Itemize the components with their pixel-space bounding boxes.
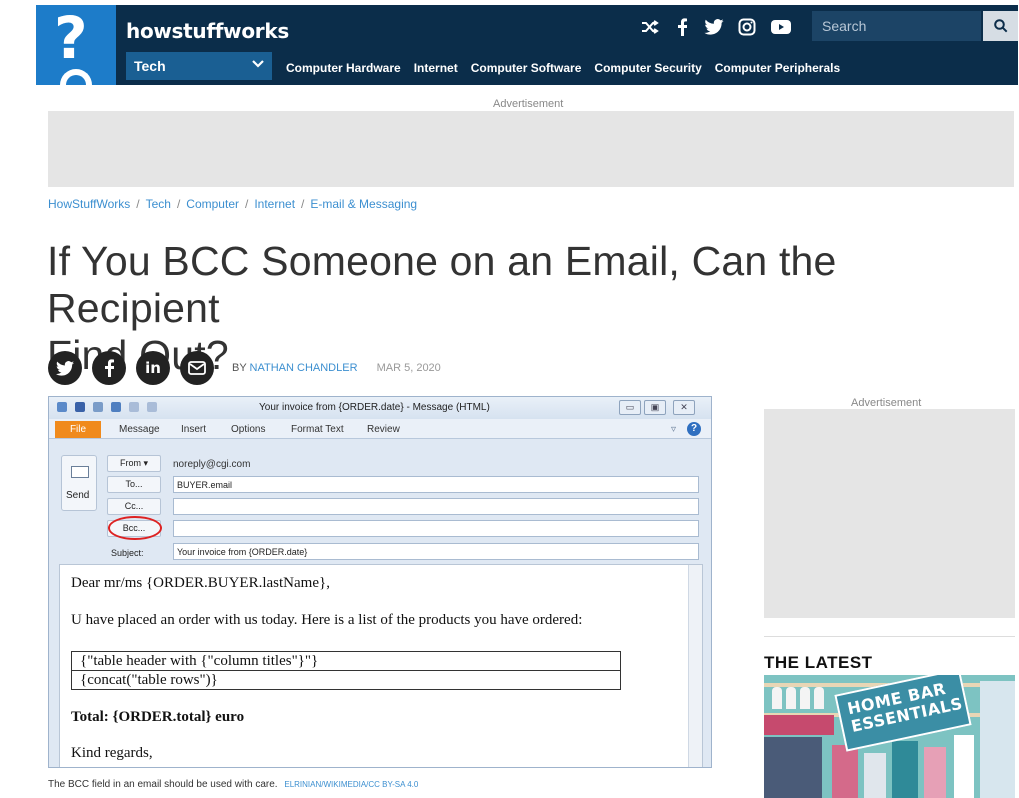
to-button: To...: [107, 476, 161, 493]
breadcrumb: HowStuffWorks / Tech / Computer / Internet / E-m…: [48, 197, 418, 211]
bcc-field: [173, 520, 699, 537]
email-greeting: Dear mr/ms {ORDER.BUYER.lastName},: [71, 575, 330, 591]
tab-review: Review: [367, 424, 400, 435]
nav-link-internet[interactable]: Internet: [414, 61, 458, 75]
outlook-icon: [57, 402, 67, 412]
tab-format-text: Format Text: [291, 424, 344, 435]
email-table-rows: {concat("table rows")}: [71, 670, 621, 690]
share-linkedin-button[interactable]: in: [136, 351, 170, 385]
instagram-icon[interactable]: [736, 17, 758, 37]
section-dropdown[interactable]: Tech: [126, 52, 272, 80]
send-button: Send: [61, 455, 97, 511]
ad-box-side[interactable]: [764, 409, 1015, 618]
facebook-icon: [105, 359, 114, 377]
latest-article-image[interactable]: HOME BAR ESSENTIALS: [764, 675, 1015, 798]
brand-name[interactable]: howstuffworks: [126, 19, 289, 43]
byline-prefix: BY: [232, 362, 247, 374]
from-button: From ▾: [107, 455, 161, 472]
section-nav: Computer Hardware Internet Computer Soft…: [286, 61, 853, 75]
breadcrumb-internet[interactable]: Internet: [254, 197, 295, 211]
email-total: Total: {ORDER.total} euro: [71, 709, 245, 725]
section-label: Tech: [134, 58, 166, 74]
message-body: Dear mr/ms {ORDER.BUYER.lastName}, U hav…: [59, 564, 703, 767]
ad-banner-top[interactable]: [48, 111, 1014, 187]
site-logo[interactable]: ?: [36, 5, 116, 85]
subject-label: Subject:: [111, 548, 144, 558]
redo-icon: [111, 402, 121, 412]
email-closing: Kind regards,: [71, 745, 153, 761]
ribbon-tabs: File Message Insert Options Format Text …: [49, 419, 711, 439]
message-scrollbar: [688, 565, 702, 767]
search-button[interactable]: [983, 11, 1018, 41]
facebook-icon[interactable]: [672, 17, 692, 37]
email-icon: [188, 361, 206, 375]
breadcrumb-email-messaging[interactable]: E-mail & Messaging: [310, 197, 417, 211]
from-value: noreply@cgi.com: [173, 459, 251, 470]
tab-insert: Insert: [181, 424, 207, 435]
subject-field: Your invoice from {ORDER.date}: [173, 543, 699, 560]
youtube-icon[interactable]: [769, 17, 793, 37]
nav-link-computer-software[interactable]: Computer Software: [471, 61, 582, 75]
publish-date: MAR 5, 2020: [376, 362, 441, 374]
undo-icon: [93, 402, 103, 412]
share-twitter-button[interactable]: [48, 351, 82, 385]
breadcrumb-home[interactable]: HowStuffWorks: [48, 197, 130, 211]
twitter-icon: [56, 360, 74, 376]
linkedin-icon: in: [145, 359, 161, 377]
minimize-icon: ▭: [619, 400, 641, 415]
nav-link-computer-security[interactable]: Computer Security: [594, 61, 701, 75]
save-icon: [75, 402, 85, 412]
breadcrumb-tech[interactable]: Tech: [146, 197, 171, 211]
maximize-icon: ▣: [644, 400, 666, 415]
author-link[interactable]: NATHAN CHANDLER: [250, 362, 358, 374]
twitter-icon[interactable]: [702, 17, 726, 37]
caption-text: The BCC field in an email should be used…: [48, 779, 278, 790]
bcc-highlight-circle: [108, 516, 162, 540]
chevron-down-icon: [252, 60, 264, 68]
page-title-line-1: If You BCC Someone on an Email, Can the …: [47, 238, 837, 331]
tab-options: Options: [231, 424, 266, 435]
help-icon: ?: [687, 422, 701, 436]
cc-field: [173, 498, 699, 515]
shuffle-icon[interactable]: [637, 17, 663, 37]
ad-label-top: Advertisement: [493, 98, 564, 110]
byline: BY NATHAN CHANDLER MAR 5, 2020: [232, 362, 441, 374]
search-icon: [993, 19, 1007, 33]
image-credit[interactable]: ELRINIAN/WIKIMEDIA/CC BY-SA 4.0: [284, 780, 418, 789]
window-titlebar: Your invoice from {ORDER.date} - Message…: [49, 397, 711, 419]
share-email-button[interactable]: [180, 351, 214, 385]
to-field: BUYER.email: [173, 476, 699, 493]
close-icon: ✕: [673, 400, 695, 415]
envelope-icon: [71, 466, 89, 478]
email-intro: U have placed an order with us today. He…: [71, 612, 583, 628]
search-box: [812, 11, 981, 41]
image-caption: The BCC field in an email should be used…: [48, 779, 418, 790]
cc-button: Cc...: [107, 498, 161, 515]
breadcrumb-computer[interactable]: Computer: [186, 197, 239, 211]
tab-message: Message: [119, 424, 160, 435]
latest-heading: THE LATEST: [764, 653, 873, 672]
share-facebook-button[interactable]: [92, 351, 126, 385]
tab-file: File: [55, 421, 101, 438]
nav-link-computer-hardware[interactable]: Computer Hardware: [286, 61, 401, 75]
send-label: Send: [66, 490, 90, 501]
arrow-up-icon: [129, 402, 139, 412]
collapse-ribbon-icon: ▿: [671, 424, 677, 435]
search-input[interactable]: [812, 11, 981, 41]
arrow-down-icon: [147, 402, 157, 412]
nav-link-computer-peripherals[interactable]: Computer Peripherals: [715, 61, 840, 75]
article-image-outlook: Your invoice from {ORDER.date} - Message…: [48, 396, 712, 768]
divider: [764, 636, 1015, 637]
window-title: Your invoice from {ORDER.date} - Message…: [259, 402, 490, 413]
ad-label-side: Advertisement: [851, 397, 922, 409]
site-header: ? howstuffworks Tech Computer Hardware I…: [36, 5, 1018, 85]
email-table-header: {"table header with {"column titles"}"}: [71, 651, 621, 671]
